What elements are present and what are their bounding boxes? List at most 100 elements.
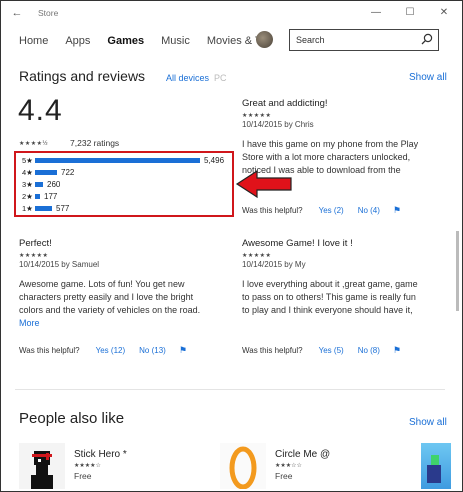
review-body: I have this game on my phone from the Pl… <box>242 138 452 177</box>
review-meta: 10/14/2015 by Chris <box>242 120 314 129</box>
review-body-line: I love everything about it ,great game, … <box>242 279 418 289</box>
app-name: Stick Hero * <box>74 449 127 460</box>
search-icon[interactable] <box>416 33 438 47</box>
review-body-line: colors and the variety of vehicles on th… <box>19 305 201 315</box>
review-title: Perfect! <box>19 238 52 249</box>
histogram-label: 1★ <box>22 204 33 213</box>
store-window: ← Store — ☐ ✕ Home Apps Games Music Movi… <box>0 0 463 492</box>
report-flag-icon[interactable]: ⚑ <box>393 345 401 356</box>
rating-histogram: 5★ 5,496 4★ 722 3★ 260 2★ 177 1★ 577 <box>14 151 234 217</box>
user-avatar[interactable] <box>256 31 273 48</box>
people-show-all-link[interactable]: Show all <box>409 417 447 428</box>
review-body: I love everything about it ,great game, … <box>242 278 452 317</box>
app-name: Circle Me @ <box>275 449 331 460</box>
review-title: Awesome Game! I love it ! <box>242 238 353 249</box>
ratings-title: Ratings and reviews <box>19 68 146 84</box>
app-info: Stick Hero * ★★★★☆ Free <box>74 443 127 489</box>
review-card: Great and addicting! ★★★★★ 10/14/2015 by… <box>242 98 452 177</box>
review-stars-icon: ★★★★★ <box>242 113 272 119</box>
average-stars-icon: ★★★★½ <box>19 140 49 147</box>
ratings-count: 7,232 ratings <box>70 138 120 148</box>
review-body: Awesome game. Lots of fun! You get new c… <box>19 278 229 330</box>
histogram-label: 4★ <box>22 168 33 177</box>
average-rating: 4.4 <box>18 94 63 127</box>
review-stars-icon: ★★★★★ <box>242 253 272 259</box>
review-helpful: Was this helpful? Yes (5) No (8) ⚑ <box>242 345 401 356</box>
histogram-row: 1★ 577 <box>22 203 69 214</box>
helpful-label: Was this helpful? <box>19 346 80 355</box>
tab-apps[interactable]: Apps <box>65 35 90 47</box>
app-price: Free <box>74 471 92 481</box>
title-bar: ← Store — ☐ ✕ <box>2 2 461 24</box>
ratings-show-all-link[interactable]: Show all <box>409 72 447 83</box>
review-body-line: Store with a lot more characters unlocke… <box>242 152 411 162</box>
histogram-bar <box>35 158 200 163</box>
people-also-like-title: People also like <box>19 410 125 427</box>
review-body-line: I have this game on my phone from the Pl… <box>242 139 419 149</box>
app-price: Free <box>275 471 293 481</box>
scrollbar[interactable] <box>456 231 459 311</box>
close-icon[interactable]: ✕ <box>427 2 461 24</box>
histogram-label: 5★ <box>22 156 33 165</box>
histogram-bar <box>35 182 43 187</box>
review-card: Awesome Game! I love it ! ★★★★★ 10/14/20… <box>242 238 452 317</box>
review-stars-icon: ★★★★★ <box>19 253 49 259</box>
review-body-line: noticed I was able to download from the <box>242 165 401 175</box>
helpful-no-button[interactable]: No (13) <box>139 346 166 355</box>
review-body-line: to pass on to others! This game is reall… <box>242 292 416 302</box>
rating-summary: ★★★★½ 7,232 ratings <box>19 138 119 148</box>
report-flag-icon[interactable]: ⚑ <box>393 205 401 216</box>
app-stars-icon: ★★★★☆ <box>74 463 101 469</box>
helpful-label: Was this helpful? <box>242 206 303 215</box>
helpful-no-button[interactable]: No (8) <box>358 346 380 355</box>
histogram-count: 5,496 <box>204 156 225 165</box>
back-arrow-icon[interactable]: ← <box>2 7 32 19</box>
histogram-row: 4★ 722 <box>22 167 74 178</box>
histogram-label: 2★ <box>22 192 33 201</box>
tab-home[interactable]: Home <box>19 35 48 47</box>
report-flag-icon[interactable]: ⚑ <box>179 345 187 356</box>
app-tile-partial[interactable] <box>421 443 460 489</box>
maximize-icon[interactable]: ☐ <box>393 2 427 24</box>
app-tile-stick-hero[interactable]: Stick Hero * ★★★★☆ Free <box>19 443 127 489</box>
review-title: Great and addicting! <box>242 98 328 109</box>
tab-games[interactable]: Games <box>107 35 144 47</box>
category-nav: Home Apps Games Music Movies & TV <box>19 31 286 51</box>
histogram-label: 3★ <box>22 180 33 189</box>
review-body-line: characters pretty easily and I love the … <box>19 292 194 302</box>
histogram-row: 2★ 177 <box>22 191 57 202</box>
helpful-yes-button[interactable]: Yes (12) <box>96 346 126 355</box>
review-helpful: Was this helpful? Yes (12) No (13) ⚑ <box>19 345 187 356</box>
helpful-yes-button[interactable]: Yes (5) <box>319 346 344 355</box>
review-meta: 10/14/2015 by My <box>242 260 306 269</box>
histogram-bar <box>35 194 40 199</box>
review-body-line: Awesome game. Lots of fun! You get new <box>19 279 185 289</box>
circle-me-thumbnail <box>220 443 266 489</box>
search-box[interactable]: Search <box>289 29 439 51</box>
histogram-row: 3★ 260 <box>22 179 60 190</box>
review-meta: 10/14/2015 by Samuel <box>19 260 100 269</box>
filter-pc[interactable]: PC <box>214 73 227 83</box>
partial-app-thumbnail <box>421 443 451 489</box>
filter-all-devices[interactable]: All devices <box>166 73 209 83</box>
review-more-link[interactable]: More <box>19 317 229 330</box>
stick-hero-thumbnail <box>19 443 65 489</box>
helpful-label: Was this helpful? <box>242 346 303 355</box>
histogram-count: 177 <box>44 192 58 201</box>
section-divider <box>15 389 445 390</box>
tab-music[interactable]: Music <box>161 35 190 47</box>
helpful-no-button[interactable]: No (4) <box>358 206 380 215</box>
histogram-bar <box>35 170 57 175</box>
histogram-count: 260 <box>47 180 61 189</box>
app-tile-circle-me[interactable]: Circle Me @ ★★★☆☆ Free <box>220 443 330 489</box>
minimize-icon[interactable]: — <box>359 2 393 24</box>
search-input[interactable]: Search <box>296 35 416 45</box>
window-title: Store <box>38 8 59 18</box>
review-card: Perfect! ★★★★★ 10/14/2015 by Samuel Awes… <box>19 238 229 330</box>
histogram-row: 5★ 5,496 <box>22 155 224 166</box>
helpful-yes-button[interactable]: Yes (2) <box>319 206 344 215</box>
histogram-count: 577 <box>56 204 70 213</box>
review-helpful: Was this helpful? Yes (2) No (4) ⚑ <box>242 205 401 216</box>
histogram-count: 722 <box>61 168 75 177</box>
review-body-line: to play and I think everyone should have… <box>242 305 413 315</box>
